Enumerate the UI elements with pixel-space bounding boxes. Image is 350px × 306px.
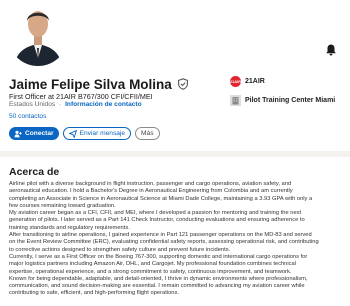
about-line: major logistics partners including Amazo… <box>9 261 297 268</box>
about-text: Airline pilot with a diverse background … <box>9 181 345 298</box>
verified-shield-icon[interactable] <box>177 78 189 90</box>
profile-card: Jaime Felipe Silva Molina First Officer … <box>0 0 350 151</box>
bell-icon[interactable] <box>324 43 338 57</box>
experience-item-pilot-training-center[interactable]: Pilot Training Center Miami <box>230 95 335 106</box>
about-line: contributing to safe, efficient, and hig… <box>9 290 179 297</box>
about-line: to corrective actions designed to streng… <box>9 246 231 253</box>
experience-item-21air[interactable]: 21AIR 21AIR <box>230 76 265 87</box>
about-line: few courses remaining toward graduation. <box>9 202 116 209</box>
about-line: expertise, operational experience, and a… <box>9 268 292 275</box>
connect-label: Conectar <box>25 130 54 137</box>
about-line: completing an Associate in Science in Ae… <box>9 195 313 202</box>
contact-info-link[interactable]: Información de contacto <box>65 101 142 108</box>
profile-headline: First Officer at 21AIR B767/300 CFI/CFII… <box>9 92 153 101</box>
message-button[interactable]: Enviar mensaje <box>62 127 132 140</box>
connections-link[interactable]: 50 contactos <box>9 113 46 120</box>
about-line: on the Event Review Committee (ERC), eva… <box>9 239 319 246</box>
about-line: My aviation career began as a CFI, CFII,… <box>9 210 302 217</box>
add-person-icon <box>14 130 22 137</box>
profile-name: Jaime Felipe Silva Molina <box>9 76 172 92</box>
about-line: aeronautical education. I hold a Bachelo… <box>9 188 293 195</box>
location-row: Estados Unidos · Información de contacto <box>9 101 142 108</box>
about-line: Known for being dependable, adaptable, a… <box>9 275 308 282</box>
profile-photo <box>8 0 68 66</box>
send-icon <box>68 129 77 138</box>
about-title: Acerca de <box>9 166 60 178</box>
company-name: 21AIR <box>245 78 265 85</box>
about-line: Airline pilot with a diverse background … <box>9 181 292 187</box>
name-row: Jaime Felipe Silva Molina <box>9 76 189 92</box>
location-text: Estados Unidos <box>9 101 56 108</box>
about-line: generation of pilots. I later served as … <box>9 217 305 224</box>
separator-dot: · <box>59 101 62 108</box>
about-line: After transitioning to airline operation… <box>9 232 312 239</box>
about-line: Currently, I serve as a First Officer on… <box>9 253 308 260</box>
connect-button[interactable]: Conectar <box>9 127 59 140</box>
company-name: Pilot Training Center Miami <box>245 97 336 104</box>
more-button[interactable]: Más <box>135 127 160 140</box>
about-line: communication, and sound decision-making… <box>9 283 305 290</box>
about-line: training standards and regulatory requir… <box>9 224 130 231</box>
company-logo: 21AIR <box>230 76 241 87</box>
message-label: Enviar mensaje <box>79 130 126 137</box>
building-icon <box>230 95 241 106</box>
action-buttons: Conectar Enviar mensaje Más <box>9 127 160 140</box>
avatar[interactable] <box>8 0 68 66</box>
